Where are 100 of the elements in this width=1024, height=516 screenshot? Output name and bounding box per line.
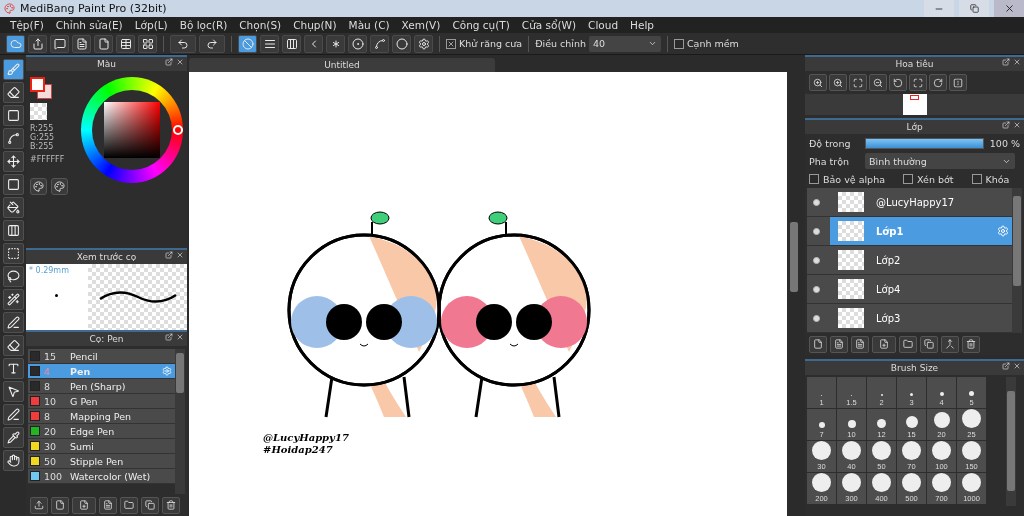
close-icon[interactable] bbox=[1013, 58, 1021, 66]
visibility-dot[interactable] bbox=[813, 314, 820, 322]
toolbar-button[interactable] bbox=[50, 34, 69, 53]
menu-item[interactable]: Tệp(F) bbox=[4, 19, 50, 31]
duplicate-button[interactable] bbox=[920, 335, 938, 353]
toolbar-button[interactable] bbox=[138, 34, 157, 53]
settings-icon[interactable] bbox=[997, 225, 1009, 237]
navigator-button[interactable] bbox=[869, 74, 887, 91]
8bit-layer-button[interactable] bbox=[830, 335, 848, 353]
visibility-dot[interactable] bbox=[813, 285, 820, 293]
snap-button[interactable] bbox=[414, 34, 433, 53]
navigator-button[interactable] bbox=[889, 74, 907, 91]
merge-button[interactable] bbox=[941, 335, 959, 353]
tool-button[interactable] bbox=[2, 220, 24, 241]
snap-button[interactable] bbox=[348, 34, 367, 53]
snap-button[interactable] bbox=[326, 34, 345, 53]
brush-item[interactable]: 8 Pen (Sharp) bbox=[28, 379, 175, 394]
cloud-brush-button[interactable] bbox=[30, 496, 48, 514]
scrollbar[interactable] bbox=[1012, 188, 1022, 333]
checkbox[interactable] bbox=[971, 174, 982, 184]
snap-button[interactable] bbox=[282, 34, 301, 53]
blend-select[interactable]: Bình thường bbox=[865, 153, 1015, 169]
redo-button[interactable] bbox=[199, 34, 225, 53]
popout-icon[interactable] bbox=[165, 333, 173, 341]
layer-item[interactable]: Lớp3 bbox=[807, 304, 1012, 333]
tool-button[interactable] bbox=[2, 197, 24, 218]
layer-item[interactable]: Lớp4 bbox=[807, 275, 1012, 304]
delete-button[interactable] bbox=[162, 496, 180, 514]
menu-item[interactable]: Cửa sổ(W) bbox=[515, 19, 583, 31]
popout-icon[interactable] bbox=[1002, 362, 1010, 370]
1bit-layer-button[interactable] bbox=[851, 335, 869, 353]
tool-button[interactable] bbox=[2, 82, 24, 103]
tool-button[interactable] bbox=[2, 128, 24, 149]
menu-item[interactable]: Chọn(S) bbox=[233, 19, 288, 31]
add-brush-button[interactable] bbox=[72, 496, 96, 514]
visibility-dot[interactable] bbox=[813, 256, 820, 264]
navigator-button[interactable] bbox=[809, 74, 827, 91]
script-brush-button[interactable] bbox=[99, 496, 117, 514]
menu-item[interactable]: Xem(V) bbox=[395, 19, 447, 31]
tool-button[interactable] bbox=[2, 151, 24, 172]
adjust-select[interactable]: 40 bbox=[588, 35, 661, 52]
checkbox[interactable] bbox=[903, 174, 913, 184]
folder-button[interactable] bbox=[120, 496, 138, 514]
navigator-button[interactable] bbox=[849, 74, 867, 91]
opacity-slider[interactable] bbox=[865, 137, 984, 149]
checkbox[interactable] bbox=[673, 38, 684, 49]
tool-button[interactable] bbox=[2, 404, 24, 425]
brush-item[interactable]: 30 Sumi bbox=[28, 439, 175, 454]
popout-icon[interactable] bbox=[1002, 121, 1010, 129]
toolbar-button[interactable] bbox=[6, 34, 25, 53]
menu-item[interactable]: Màu (C) bbox=[342, 19, 396, 31]
brush-item[interactable]: 8 Mapping Pen bbox=[28, 409, 175, 424]
layer-item[interactable]: Lớp2 bbox=[807, 246, 1012, 275]
close-icon[interactable] bbox=[1013, 121, 1021, 129]
new-layer-button[interactable] bbox=[809, 335, 827, 353]
menu-item[interactable]: Cloud bbox=[582, 19, 625, 31]
menu-item[interactable]: Chỉnh sửa(E) bbox=[49, 19, 129, 31]
tool-button[interactable] bbox=[2, 59, 24, 80]
close-icon[interactable] bbox=[176, 333, 184, 341]
add-layer-button[interactable] bbox=[872, 335, 896, 353]
tool-button[interactable] bbox=[2, 105, 24, 126]
tool-button[interactable] bbox=[2, 312, 24, 333]
snap-button[interactable] bbox=[392, 34, 411, 53]
tool-button[interactable] bbox=[2, 358, 24, 379]
navigator-button[interactable] bbox=[949, 74, 967, 91]
close-icon[interactable] bbox=[1013, 362, 1021, 370]
palette-button[interactable] bbox=[30, 178, 47, 195]
new-brush-button[interactable] bbox=[51, 496, 69, 514]
tool-button[interactable] bbox=[2, 381, 24, 402]
toolbar-button[interactable] bbox=[116, 34, 135, 53]
checkbox[interactable] bbox=[809, 174, 819, 184]
visibility-dot[interactable] bbox=[813, 198, 820, 206]
menu-item[interactable]: Bộ lọc(R) bbox=[173, 19, 234, 31]
close-icon[interactable] bbox=[176, 251, 184, 259]
brush-item[interactable]: 20 Edge Pen bbox=[28, 424, 175, 439]
popout-icon[interactable] bbox=[1002, 58, 1010, 66]
snap-button[interactable] bbox=[238, 34, 257, 53]
brush-item[interactable]: 10 G Pen bbox=[28, 394, 175, 409]
navigator-button[interactable] bbox=[829, 74, 847, 91]
close-button[interactable] bbox=[994, 0, 1024, 17]
tool-button[interactable] bbox=[2, 174, 24, 195]
palette-settings-button[interactable] bbox=[51, 178, 68, 195]
tool-button[interactable] bbox=[2, 335, 24, 356]
duplicate-button[interactable] bbox=[141, 496, 159, 514]
brush-item[interactable]: 100 Watercolor (Wet) bbox=[28, 469, 175, 484]
document-tab[interactable]: Untitled bbox=[189, 58, 495, 72]
toolbar-button[interactable] bbox=[94, 34, 113, 53]
toolbar-button[interactable] bbox=[72, 34, 91, 53]
navigator-button[interactable] bbox=[929, 74, 947, 91]
delete-button[interactable] bbox=[962, 335, 980, 353]
navigator-button[interactable] bbox=[909, 74, 927, 91]
canvas-thumbnail[interactable] bbox=[902, 94, 927, 115]
popout-icon[interactable] bbox=[165, 58, 173, 66]
scrollbar[interactable] bbox=[1006, 377, 1016, 506]
popout-icon[interactable] bbox=[165, 251, 173, 259]
menu-item[interactable]: Chụp(N) bbox=[287, 19, 343, 31]
menu-item[interactable]: Công cụ(T) bbox=[446, 19, 516, 31]
brush-item[interactable]: 50 Stipple Pen bbox=[28, 454, 175, 469]
snap-button[interactable] bbox=[370, 34, 389, 53]
close-icon[interactable] bbox=[176, 58, 184, 66]
